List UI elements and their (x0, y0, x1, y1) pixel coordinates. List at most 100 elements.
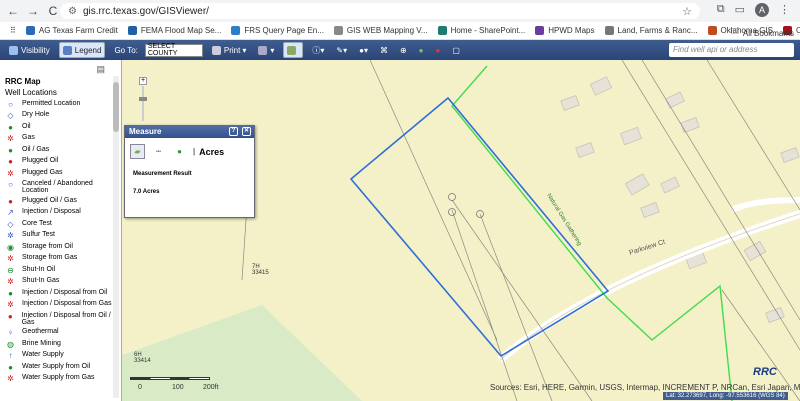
well-symbol-icon: ✲ (7, 231, 14, 240)
zoom-extent-tool[interactable]: ⊕ (397, 42, 410, 58)
measure-tools: ▰ ┅ ● | Acres (130, 144, 254, 159)
record-tool[interactable]: ● (433, 42, 444, 58)
scale-bar: 0 100 200ft (130, 377, 230, 397)
legend-item: ● Injection / Disposal from Oil (0, 289, 121, 298)
bookmark-favicon-icon (127, 26, 137, 35)
profile-avatar[interactable]: A (755, 3, 769, 17)
legend-item-label: Plugged Gas (22, 168, 63, 176)
rrc-logo: RRC (753, 366, 777, 378)
legend-item-label: Injection / Disposal (22, 208, 81, 215)
well-symbols (448, 193, 484, 218)
well-symbol-icon: ✲ (7, 134, 14, 143)
bookmark-star-icon[interactable]: ☆ (682, 5, 692, 18)
legend-item: ◉ Storage from Oil (0, 243, 121, 252)
url-text: gis.rrc.texas.gov/GISViewer/ (82, 5, 209, 17)
legend-item: ◇ Core Test (0, 220, 121, 229)
legend-item-label: Storage from Oil (22, 242, 73, 250)
globe-icon: ● (418, 45, 424, 55)
legend-item-label: Storage from Gas (22, 254, 78, 261)
help-icon[interactable]: ? (229, 127, 238, 136)
grid-tool[interactable]: ▾ (255, 42, 277, 58)
forward-button[interactable]: → (26, 4, 40, 18)
well-symbol-icon: ♀ (7, 328, 14, 337)
area-measure-icon[interactable]: ▰ (130, 144, 145, 159)
legend-item-label: Plugged Oil (22, 157, 59, 164)
legend-item-label: Plugged Oil / Gas (22, 196, 77, 204)
county-select[interactable]: SELECT COUNTY (144, 43, 203, 57)
bookmarks-bar: ⠿ AG Texas Farm Credit FEMA Flood Map Se.… (0, 22, 800, 40)
bookmark-favicon-icon (707, 26, 717, 35)
legend-subtitle: Well Locations (5, 88, 57, 97)
location-measure-icon[interactable]: ● (172, 144, 187, 159)
close-icon[interactable]: ✕ (242, 127, 251, 136)
clear-icon: ▢ (452, 45, 460, 55)
well-symbol-icon: ✲ (7, 300, 14, 309)
zoom-slider[interactable]: + (138, 77, 148, 125)
zoom-handle[interactable] (139, 97, 147, 101)
map-canvas[interactable]: Natural Gas Gathering Parkview Ct (122, 60, 800, 401)
bookmark-favicon-icon (333, 26, 343, 35)
bookmark-item[interactable]: FRS Query Page En... (231, 26, 324, 35)
extensions-icon[interactable]: ⧉ (717, 3, 725, 17)
back-button[interactable]: ← (6, 4, 20, 18)
all-bookmarks[interactable]: 🗀 All Bookmarks (730, 26, 794, 39)
well-search-input[interactable]: Find well api or address (669, 43, 794, 57)
clear-tool[interactable]: ▢ (449, 42, 463, 58)
measure-header: Measure ? ✕ (125, 126, 254, 138)
bookmark-item[interactable]: HPWD Maps (535, 26, 595, 35)
legend-item-label: Water Supply from Gas (22, 374, 95, 381)
chevron-down-icon: ▾ (242, 45, 247, 55)
bookmark-item[interactable]: Land, Farms & Ranc... (604, 26, 698, 35)
select-tool[interactable]: ⌘ (377, 42, 391, 58)
distance-measure-icon[interactable]: ┅ (151, 144, 166, 159)
scrollbar-thumb[interactable] (113, 82, 119, 132)
print-icon (211, 45, 221, 55)
bookmark-item[interactable]: AG Texas Farm Credit (25, 26, 118, 35)
info-icon: ⓘ (312, 45, 321, 55)
well-symbol-icon: ● (8, 288, 13, 298)
globe-tool[interactable]: ● (416, 42, 427, 58)
legend-item: ↑ Water Supply (0, 351, 121, 360)
units-select[interactable]: Acres (199, 147, 224, 157)
zoom-in-button[interactable]: + (139, 77, 147, 85)
reload-button[interactable]: C (46, 4, 60, 18)
zoom-track[interactable] (142, 86, 144, 121)
locate-tool[interactable]: ● ▾ (356, 42, 371, 58)
menu-icon[interactable]: ⋮ (779, 3, 790, 17)
locate-icon: ● (359, 45, 364, 55)
identify-tool[interactable]: ✎ ▾ (333, 42, 350, 58)
legend-item: ● Plugged Oil (0, 157, 121, 166)
legend-item-label: Water Supply from Oil (22, 362, 91, 370)
app-toolbar: Visibility Legend Go To: SELECT COUNTY P… (0, 40, 800, 60)
bookmark-item[interactable]: GIS WEB Mapping V... (333, 26, 428, 35)
road-label: Parkview Ct (628, 239, 666, 257)
legend-item: ↗ Injection / Disposal (0, 208, 121, 217)
legend-item: ● Water Supply from Oil (0, 363, 121, 372)
measure-tool[interactable] (283, 42, 304, 58)
info-tool[interactable]: ⓘ ▾ (309, 42, 327, 58)
legend-item-label: Oil (22, 122, 31, 130)
legend-item-label: Shut-In Gas (22, 277, 60, 284)
export-pdf-icon[interactable]: ▤ (96, 64, 105, 75)
well-symbol-icon: ● (8, 145, 13, 155)
print-button[interactable]: Print ▾ (209, 42, 249, 58)
site-info-icon[interactable]: ⚙ (68, 6, 77, 17)
visibility-button[interactable]: Visibility (6, 42, 53, 58)
select-icon: ⌘ (379, 45, 388, 55)
address-bar[interactable]: ⚙ gis.rrc.texas.gov/GISViewer/ ☆ (60, 3, 700, 19)
legend-item: ◍ Brine Mining (0, 340, 121, 349)
bookmark-item[interactable]: FEMA Flood Map Se... (127, 26, 221, 35)
measure-icon (287, 45, 297, 55)
gas-pipeline (451, 65, 733, 401)
legend-button[interactable]: Legend (58, 42, 106, 58)
well-symbol-icon: ↑ (8, 351, 13, 360)
map-attribution: Sources: Esri, HERE, Garmin, USGS, Inter… (490, 383, 800, 392)
sidepanel-icon[interactable]: ▭ (735, 3, 745, 17)
bookmark-item[interactable]: Home - SharePoint... (437, 26, 525, 35)
units-divider: | (193, 147, 196, 156)
bookmark-favicon-icon (231, 26, 241, 35)
legend-scrollbar[interactable] (113, 76, 119, 398)
well-label-7h: 7H 33415 (252, 264, 269, 276)
well-symbol-icon: ○ (8, 99, 13, 109)
folder-icon: 🗀 (730, 27, 739, 36)
